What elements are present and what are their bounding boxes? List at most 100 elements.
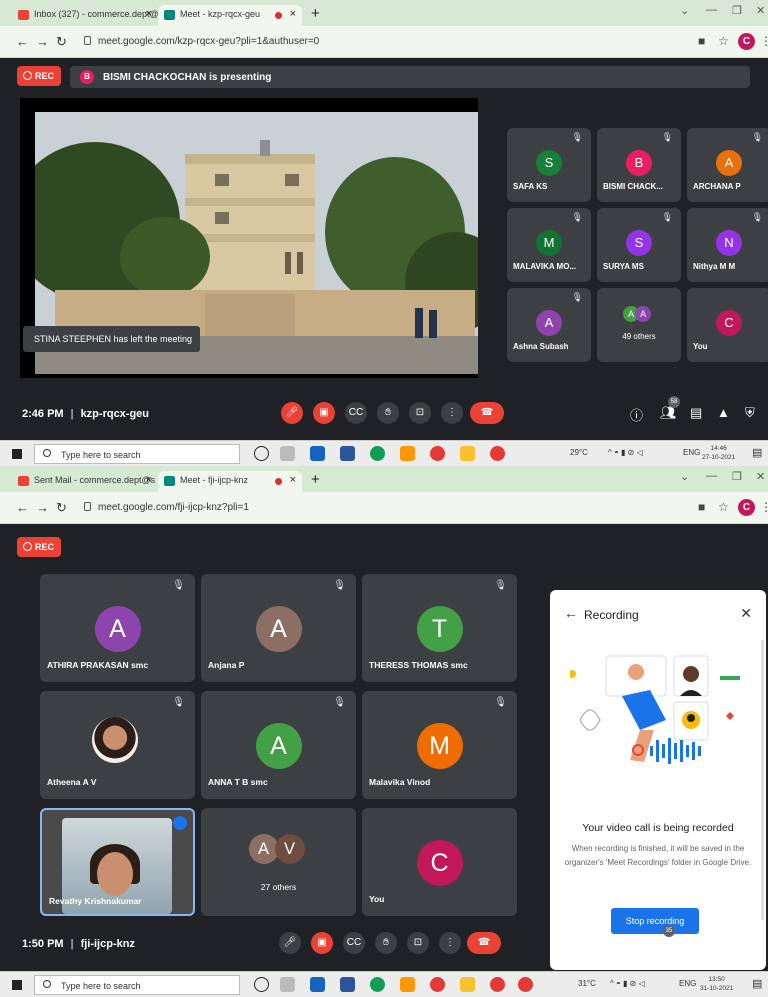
people-icon[interactable]: 👥︎: [655, 935, 672, 951]
clock[interactable]: 14:46 27-10-2021: [702, 444, 735, 462]
participant-tile[interactable]: 🎙︎ B BISMI CHACK...: [597, 128, 681, 202]
chrome-icon-3[interactable]: [518, 977, 533, 992]
weather[interactable]: 29°C: [570, 448, 588, 457]
mic-off-button[interactable]: 🎤︎: [281, 402, 303, 424]
minimize-icon[interactable]: —: [706, 4, 717, 16]
participant-tile[interactable]: 🎙︎ M Malavika Vinod: [362, 691, 517, 799]
store-icon[interactable]: [310, 977, 325, 992]
app-icon[interactable]: [400, 977, 415, 992]
star-icon[interactable]: ☆: [718, 34, 729, 48]
activities-icon[interactable]: ▲: [717, 405, 730, 420]
windows-start-icon[interactable]: [12, 980, 22, 990]
restore-icon[interactable]: ❐: [732, 470, 742, 483]
raise-hand-button[interactable]: ✋︎: [377, 402, 399, 424]
mic-button[interactable]: 🎤︎: [279, 932, 301, 954]
more-icon[interactable]: ⋮: [760, 500, 768, 514]
profile-avatar[interactable]: C: [738, 499, 755, 516]
camera-off-button[interactable]: ▣: [311, 932, 333, 954]
participant-tile[interactable]: Revathy Krishnakumar: [40, 808, 195, 916]
url-field[interactable]: meet.google.com/fji-ijcp-knz?pli=1: [82, 497, 692, 519]
host-controls-icon[interactable]: ⛨: [742, 935, 752, 951]
task-view-icon[interactable]: [280, 446, 295, 461]
cortana-icon[interactable]: [254, 446, 269, 461]
close-panel-icon[interactable]: ✕: [740, 605, 752, 622]
participant-tile[interactable]: 🎙︎ S SURYA MS: [597, 208, 681, 282]
folder-icon[interactable]: [460, 446, 475, 461]
back-icon[interactable]: ←: [16, 34, 29, 49]
participant-tile[interactable]: 🎙︎ S SAFA KS: [507, 128, 591, 202]
app-icon[interactable]: [400, 446, 415, 461]
more-options-button[interactable]: ⋮: [441, 402, 463, 424]
language[interactable]: ENG: [679, 979, 696, 988]
participant-tile[interactable]: 🎙︎ T THERESS THOMAS smc: [362, 574, 517, 682]
notification-icon[interactable]: ▤: [752, 446, 762, 459]
participant-tile[interactable]: 🎙︎ A Anjana P: [201, 574, 356, 682]
word-icon[interactable]: [340, 977, 355, 992]
profile-avatar[interactable]: C: [738, 33, 755, 50]
star-icon[interactable]: ☆: [718, 500, 729, 514]
back-icon[interactable]: ←: [16, 500, 29, 515]
tray-icons[interactable]: ^ ◓ ▮ ⊘ ◁: [610, 979, 645, 988]
participant-tile[interactable]: 🎙︎ A ATHIRA PRAKASAN smc: [40, 574, 195, 682]
panel-scrollbar[interactable]: [761, 640, 764, 920]
tab-meet[interactable]: Meet - fji-ijcp-knz ×: [158, 471, 302, 492]
chevron-down-icon[interactable]: ⌄: [680, 470, 689, 483]
clock[interactable]: 13:50 31-10-2021: [700, 975, 733, 993]
chrome-icon[interactable]: [430, 446, 445, 461]
activities-icon[interactable]: ▲: [714, 935, 727, 950]
participant-tile[interactable]: C You: [687, 288, 768, 362]
new-tab-button[interactable]: +: [311, 471, 320, 488]
back-arrow-icon[interactable]: ←: [564, 605, 578, 621]
tab-close-icon[interactable]: ×: [290, 474, 296, 486]
participant-tile[interactable]: A A 49 others: [597, 288, 681, 362]
restore-icon[interactable]: ❐: [732, 4, 742, 17]
raise-hand-button[interactable]: ✋︎: [375, 932, 397, 954]
tab-close-icon[interactable]: ×: [146, 8, 152, 20]
minimize-icon[interactable]: —: [706, 470, 717, 482]
participant-tile[interactable]: 🎙︎ A ANNA T B smc: [201, 691, 356, 799]
tray-icons[interactable]: ^ ◓ ▮ ⊘ ◁: [608, 448, 643, 457]
notification-icon[interactable]: ▤: [752, 977, 762, 990]
participant-tile[interactable]: 🎙︎ N Nithya M M: [687, 208, 768, 282]
chrome-icon-2[interactable]: [490, 446, 505, 461]
word-icon[interactable]: [340, 446, 355, 461]
participant-tile[interactable]: 🎙︎ A ARCHANA P: [687, 128, 768, 202]
participant-tile[interactable]: 🎙︎ M MALAVIKA MO...: [507, 208, 591, 282]
close-icon[interactable]: ✕: [756, 470, 765, 483]
participant-tile[interactable]: 🎙︎ Atheena A V: [40, 691, 195, 799]
store-icon[interactable]: [310, 446, 325, 461]
leave-call-button[interactable]: ☎︎: [467, 932, 501, 954]
info-icon[interactable]: ⓘ: [625, 935, 638, 954]
new-tab-button[interactable]: +: [311, 5, 320, 22]
tab-gmail[interactable]: Sent Mail - commerce.dept@s ×: [12, 471, 158, 492]
weather[interactable]: 31°C: [578, 979, 596, 988]
folder-icon[interactable]: [460, 977, 475, 992]
chat-icon[interactable]: ▤: [690, 405, 702, 421]
participant-tile[interactable]: A V 27 others: [201, 808, 356, 916]
tab-close-icon[interactable]: ×: [290, 8, 296, 20]
language[interactable]: ENG: [683, 448, 700, 457]
camera-off-button[interactable]: ▣: [313, 402, 335, 424]
tab-meet[interactable]: Meet - kzp-rqcx-geu ×: [158, 5, 302, 26]
leave-call-button[interactable]: ☎︎: [470, 402, 504, 424]
camera-icon[interactable]: ■: [698, 500, 705, 514]
task-view-icon[interactable]: [280, 977, 295, 992]
edge-icon[interactable]: [370, 977, 385, 992]
captions-button[interactable]: CC: [345, 402, 367, 424]
chat-icon[interactable]: ▤: [685, 935, 697, 951]
reload-icon[interactable]: ↻: [56, 500, 67, 516]
participant-tile[interactable]: 🎙︎ A Ashna Subash: [507, 288, 591, 362]
chrome-icon-2[interactable]: [490, 977, 505, 992]
taskbar-search[interactable]: Type here to search: [34, 444, 240, 464]
url-field[interactable]: meet.google.com/kzp-rqcx-geu?pli=1&authu…: [82, 31, 692, 53]
camera-icon[interactable]: ■: [698, 34, 705, 48]
close-icon[interactable]: ✕: [756, 4, 765, 17]
taskbar-search[interactable]: Type here to search: [34, 975, 240, 995]
cortana-icon[interactable]: [254, 977, 269, 992]
tab-close-icon[interactable]: ×: [146, 474, 152, 486]
windows-start-icon[interactable]: [12, 449, 22, 459]
info-icon[interactable]: ⓘ: [630, 405, 643, 424]
more-options-button[interactable]: ⋮: [439, 932, 461, 954]
chrome-icon[interactable]: [430, 977, 445, 992]
edge-icon[interactable]: [370, 446, 385, 461]
